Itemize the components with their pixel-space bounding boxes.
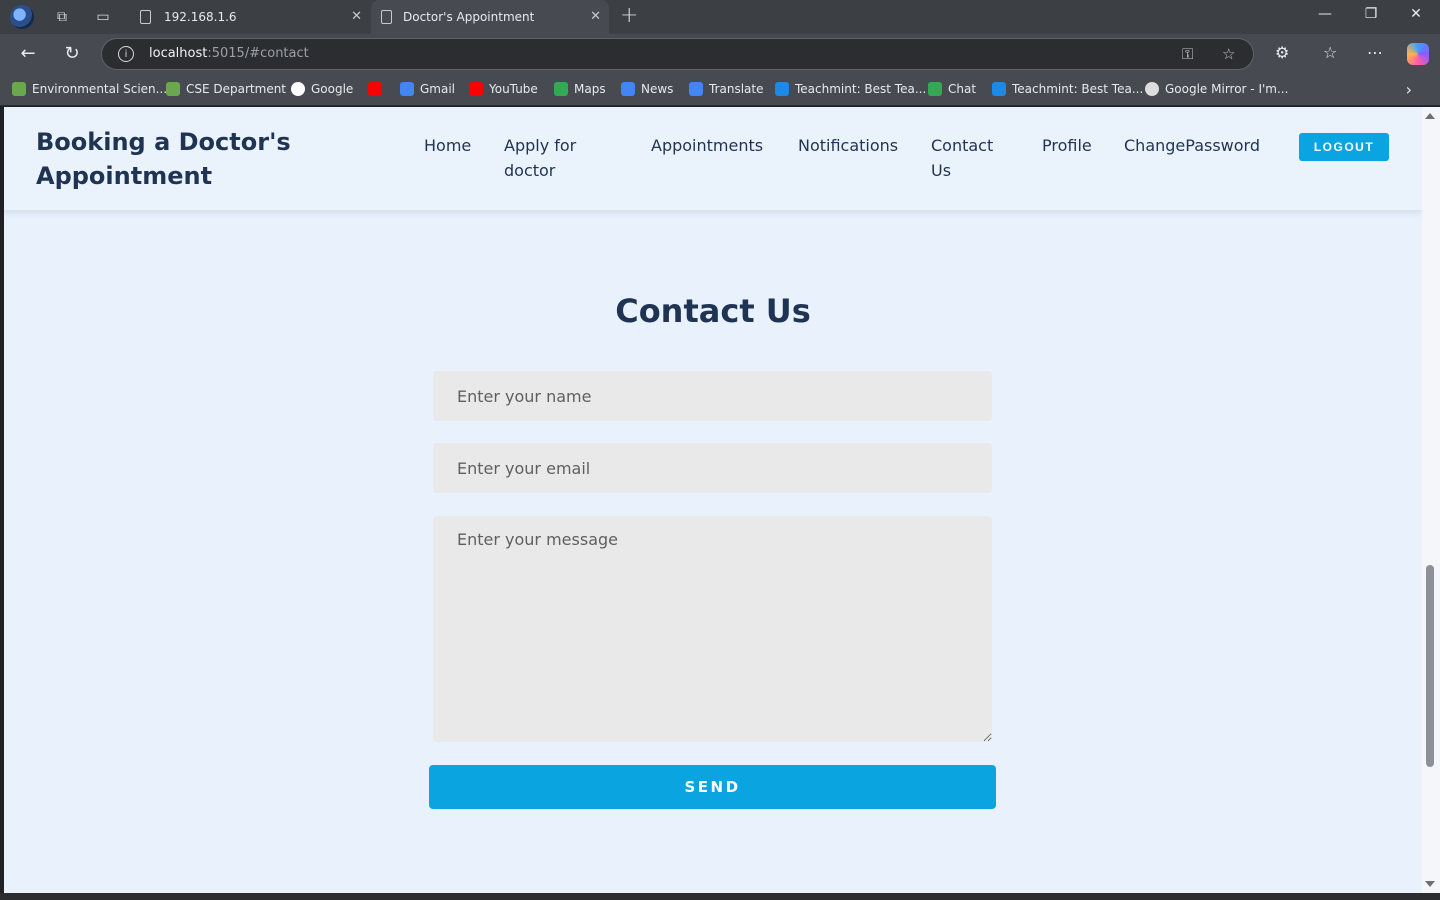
bookmark-label: Google bbox=[311, 82, 354, 96]
tab-title: Doctor's Appointment bbox=[403, 10, 535, 24]
google-icon bbox=[291, 82, 305, 96]
url-host: localhost bbox=[149, 46, 208, 61]
bookmark-news[interactable]: News bbox=[621, 82, 673, 96]
close-tab-icon[interactable]: ✕ bbox=[351, 9, 362, 24]
teachmint-icon bbox=[775, 82, 789, 96]
favorites-icon[interactable]: ☆ bbox=[1323, 43, 1337, 62]
bookmark-label: Chat bbox=[948, 82, 977, 96]
bookmark-teachmint-1[interactable]: Teachmint: Best Tea... bbox=[775, 82, 926, 96]
chevron-right-icon[interactable]: › bbox=[1406, 80, 1412, 99]
site-info-icon[interactable]: i bbox=[118, 46, 134, 62]
nav-profile[interactable]: Profile bbox=[1042, 133, 1092, 158]
bookmark-label: Gmail bbox=[420, 82, 456, 96]
youtube-icon bbox=[469, 82, 483, 96]
bookmark-label: Google Mirror - I'm... bbox=[1165, 82, 1289, 96]
url-text[interactable]: localhost:5015/#contact bbox=[149, 46, 309, 61]
extensions-icon[interactable]: ⚙ bbox=[1275, 43, 1289, 62]
url-path: :5015/#contact bbox=[207, 46, 309, 61]
bookmark-environmental-science[interactable]: Environmental Scien... bbox=[12, 82, 167, 96]
bookmark-chat[interactable]: Chat bbox=[928, 82, 976, 96]
bookmark-google[interactable]: Google bbox=[291, 82, 353, 96]
tab-192-168-1-6[interactable]: 192.168.1.6 ✕ bbox=[130, 0, 370, 34]
bookmark-label: CSE Department bbox=[186, 82, 287, 96]
profile-avatar-icon[interactable] bbox=[10, 5, 34, 29]
scrollbar-thumb[interactable] bbox=[1426, 565, 1434, 767]
chat-icon bbox=[928, 82, 942, 96]
bookmark-favicon-icon bbox=[166, 82, 180, 96]
news-icon bbox=[621, 82, 635, 96]
name-input[interactable] bbox=[433, 371, 992, 421]
password-key-icon[interactable]: ⚿ bbox=[1182, 45, 1193, 63]
site-brand[interactable]: Booking a Doctor's Appointment bbox=[36, 125, 296, 193]
workspaces-icon[interactable]: ⧉ bbox=[51, 6, 73, 28]
back-icon[interactable]: ← bbox=[16, 43, 40, 64]
bookmark-gmail[interactable]: Gmail bbox=[400, 82, 455, 96]
bookmark-label: Teachmint: Best Tea... bbox=[1012, 82, 1144, 96]
bookmark-label: Maps bbox=[574, 82, 606, 96]
email-input[interactable] bbox=[433, 443, 992, 493]
new-tab-icon[interactable]: + bbox=[620, 3, 638, 28]
bookmark-label: Environmental Scien... bbox=[32, 82, 168, 96]
site-navbar: Booking a Doctor's Appointment Home Appl… bbox=[4, 107, 1422, 210]
bookmark-google-mirror[interactable]: Google Mirror - I'm... bbox=[1145, 82, 1288, 96]
bookmark-favicon-icon bbox=[12, 82, 26, 96]
bookmark-youtube-icon-only[interactable] bbox=[368, 82, 388, 96]
tab-doctors-appointment[interactable]: Doctor's Appointment ✕ bbox=[371, 0, 609, 34]
address-bar[interactable]: i localhost:5015/#contact ⚿ ☆ bbox=[101, 38, 1254, 70]
close-tab-icon[interactable]: ✕ bbox=[590, 9, 601, 24]
browser-toolbar: ← ↻ i localhost:5015/#contact ⚿ ☆ ⚙ ☆ ⋯ bbox=[0, 34, 1440, 74]
bookmark-label: YouTube bbox=[489, 82, 538, 96]
scroll-down-icon[interactable] bbox=[1425, 881, 1435, 887]
minimize-icon[interactable]: — bbox=[1310, 6, 1340, 22]
bookmark-label: Translate bbox=[709, 82, 764, 96]
scroll-up-icon[interactable] bbox=[1425, 113, 1435, 119]
page-icon bbox=[381, 10, 392, 24]
page-viewport: Booking a Doctor's Appointment Home Appl… bbox=[4, 107, 1422, 893]
nav-change-password[interactable]: ChangePassword bbox=[1124, 133, 1260, 158]
bookmark-cse-department[interactable]: CSE Department bbox=[166, 82, 286, 96]
bookmark-maps[interactable]: Maps bbox=[554, 82, 606, 96]
reload-icon[interactable]: ↻ bbox=[60, 43, 84, 64]
logout-button[interactable]: LOGOUT bbox=[1299, 133, 1389, 161]
bookmark-youtube[interactable]: YouTube bbox=[469, 82, 538, 96]
tab-actions-icon[interactable]: ▭ bbox=[92, 6, 114, 28]
contact-heading: Contact Us bbox=[615, 292, 811, 330]
bookmark-teachmint-2[interactable]: Teachmint: Best Tea... bbox=[992, 82, 1143, 96]
bookmark-translate[interactable]: Translate bbox=[689, 82, 764, 96]
send-button[interactable]: SEND bbox=[429, 765, 996, 809]
gmail-icon bbox=[400, 82, 414, 96]
copilot-icon[interactable] bbox=[1407, 43, 1429, 65]
nav-contact-us[interactable]: Contact Us bbox=[931, 133, 1011, 183]
page-icon bbox=[140, 10, 151, 24]
youtube-icon bbox=[368, 82, 382, 96]
nav-appointments[interactable]: Appointments bbox=[651, 133, 763, 158]
tab-title: 192.168.1.6 bbox=[164, 10, 237, 24]
chrome-icon bbox=[1145, 82, 1159, 96]
message-textarea[interactable] bbox=[433, 516, 992, 742]
bookmark-label: News bbox=[641, 82, 674, 96]
favorite-star-icon[interactable]: ☆ bbox=[1222, 45, 1235, 63]
page-scrollbar[interactable] bbox=[1422, 107, 1440, 893]
bookmarks-bar: Environmental Scien... CSE Department Go… bbox=[0, 74, 1440, 106]
bookmark-label: Teachmint: Best Tea... bbox=[795, 82, 927, 96]
nav-home[interactable]: Home bbox=[424, 133, 471, 158]
teachmint-icon bbox=[992, 82, 1006, 96]
nav-apply-for-doctor[interactable]: Apply for doctor bbox=[504, 133, 614, 183]
more-menu-icon[interactable]: ⋯ bbox=[1367, 43, 1383, 62]
nav-notifications[interactable]: Notifications bbox=[798, 133, 898, 158]
maps-icon bbox=[554, 82, 568, 96]
window-bottom-edge bbox=[0, 893, 1440, 900]
close-window-icon[interactable]: ✕ bbox=[1401, 6, 1431, 22]
browser-tab-bar: ⧉ ▭ 192.168.1.6 ✕ Doctor's Appointment ✕… bbox=[0, 0, 1440, 34]
translate-icon bbox=[689, 82, 703, 96]
restore-icon[interactable]: ❐ bbox=[1356, 6, 1386, 22]
